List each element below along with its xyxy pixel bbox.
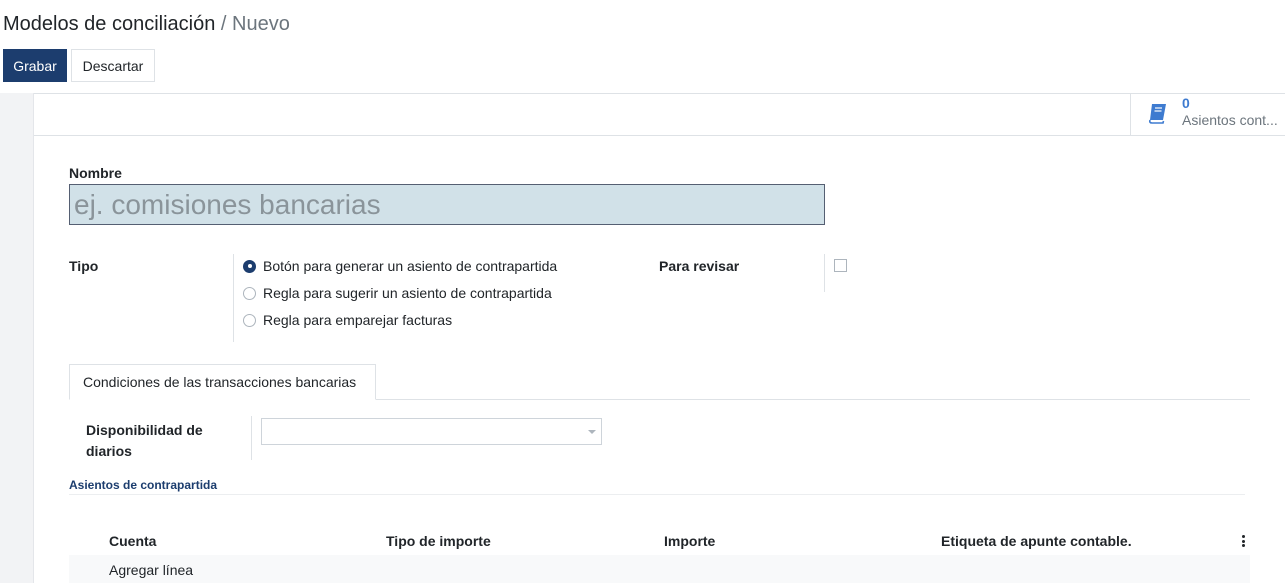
- to-check-checkbox[interactable]: [834, 259, 847, 272]
- to-check-label: Para revisar: [659, 258, 740, 274]
- type-option-label: Regla para emparejar facturas: [263, 312, 453, 328]
- breadcrumb: Modelos de conciliación / Nuevo: [3, 13, 290, 36]
- journal-availability-divider: [251, 416, 252, 460]
- optional-columns-kebab-icon[interactable]: [1239, 535, 1247, 549]
- name-label: Nombre: [69, 165, 122, 181]
- breadcrumb-separator: /: [215, 13, 233, 35]
- type-option-label: Botón para generar un asiento de contrap…: [263, 258, 558, 274]
- type-divider: [233, 254, 234, 342]
- section-divider: [69, 494, 1245, 495]
- button-box: 0 Asientos cont...: [34, 93, 1285, 136]
- radio-checked[interactable]: [243, 259, 256, 273]
- save-button[interactable]: Grabar: [3, 49, 67, 82]
- add-line-row: [69, 555, 1250, 583]
- type-option-invoice-matching[interactable]: Regla para emparejar facturas: [243, 312, 452, 328]
- type-label: Tipo: [69, 258, 99, 274]
- column-header-amount-type[interactable]: Tipo de importe: [386, 533, 491, 549]
- breadcrumb-parent[interactable]: Modelos de conciliación: [3, 13, 215, 35]
- book-icon: [1148, 104, 1166, 124]
- column-header-amount[interactable]: Importe: [664, 533, 715, 549]
- sheet-left-gutter: [0, 93, 34, 583]
- radio-unchecked[interactable]: [243, 286, 256, 300]
- journal-availability-label-line2: diarios: [86, 443, 132, 459]
- column-header-label[interactable]: Etiqueta de apunte contable.: [941, 533, 1132, 549]
- type-option-suggest-rule[interactable]: Regla para sugerir un asiento de contrap…: [243, 285, 552, 301]
- journal-availability-label: Disponibilidad de diarios: [86, 420, 203, 462]
- discard-button[interactable]: Descartar: [71, 49, 155, 82]
- radio-unchecked[interactable]: [243, 313, 256, 327]
- column-header-account[interactable]: Cuenta: [109, 533, 156, 549]
- tab-bank-transaction-conditions[interactable]: Condiciones de las transacciones bancari…: [69, 364, 376, 400]
- smart-button-label: Asientos cont...: [1182, 112, 1278, 128]
- type-option-counterpart-button[interactable]: Botón para generar un asiento de contrap…: [243, 258, 557, 274]
- journal-availability-label-line1: Disponibilidad de: [86, 422, 203, 438]
- add-line-link[interactable]: Agregar línea: [109, 562, 193, 578]
- to-check-divider: [824, 254, 825, 292]
- breadcrumb-current: Nuevo: [232, 13, 290, 35]
- chevron-down-icon: [588, 430, 596, 434]
- counterpart-section-title: Asientos de contrapartida: [69, 478, 218, 492]
- journal-entries-smart-button[interactable]: 0 Asientos cont...: [1130, 93, 1285, 135]
- name-input[interactable]: [69, 184, 825, 225]
- journal-availability-select[interactable]: [261, 418, 602, 445]
- smart-button-count: 0: [1182, 95, 1190, 111]
- type-option-label: Regla para sugerir un asiento de contrap…: [263, 285, 552, 301]
